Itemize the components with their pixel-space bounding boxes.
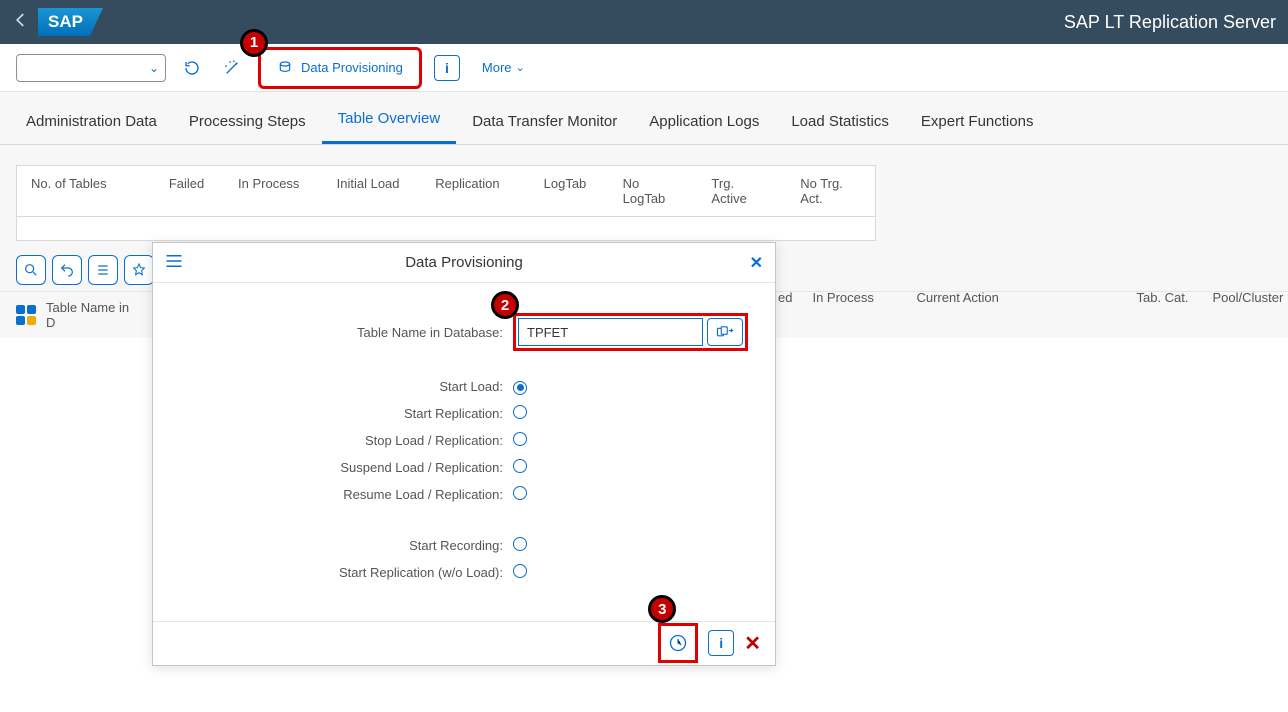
database-icon — [277, 60, 293, 76]
start-recording-radio[interactable] — [513, 537, 527, 551]
data-provisioning-dialog: Data Provisioning ✕ Table Name in Databa… — [152, 242, 776, 666]
col-current-action: Current Action — [916, 290, 1116, 305]
more-menu-button[interactable]: More ⌄ — [472, 54, 535, 81]
filter-button[interactable] — [218, 54, 246, 82]
tab-administration-data[interactable]: Administration Data — [10, 113, 173, 144]
suspend-load-replication-radio[interactable] — [513, 459, 527, 473]
grid-columns-right: ed In Process Current Action Tab. Cat. P… — [778, 290, 1283, 305]
col-logtab: LogTab — [530, 166, 609, 216]
dialog-title: Data Provisioning — [405, 254, 523, 271]
col-trg-active: Trg. Active — [697, 166, 786, 216]
start-load-label: Start Load: — [173, 379, 513, 394]
sap-logo-text: SAP — [38, 8, 103, 36]
refresh-icon — [183, 59, 201, 77]
resume-load-replication-radio[interactable] — [513, 486, 527, 500]
app-header: SAP SAP LT Replication Server — [0, 0, 1288, 44]
col-tab-cat: Tab. Cat. — [1136, 290, 1192, 305]
close-icon: ✕ — [744, 633, 761, 655]
list-icon — [95, 262, 111, 278]
col-pool-cluster: Pool/Cluster — [1212, 290, 1283, 305]
col-failed: Failed — [155, 166, 224, 216]
stats-panel: No. of Tables Failed In Process Initial … — [0, 145, 1288, 249]
start-load-radio[interactable] — [513, 381, 527, 395]
dialog-header: Data Provisioning ✕ — [153, 243, 775, 283]
table-name-label: Table Name in Database: — [173, 325, 513, 340]
refresh-button[interactable] — [178, 54, 206, 82]
start-replication-wo-load-radio[interactable] — [513, 564, 527, 578]
tab-load-statistics[interactable]: Load Statistics — [775, 113, 905, 144]
stop-load-replication-radio[interactable] — [513, 432, 527, 446]
dialog-body: Table Name in Database: 2 Start Load: — [153, 283, 775, 621]
start-recording-label: Start Recording: — [173, 538, 513, 553]
callout-badge-1: 1 — [240, 29, 268, 57]
star-icon — [131, 262, 147, 278]
info-icon: i — [445, 60, 449, 76]
back-button[interactable] — [12, 11, 30, 34]
multiple-selection-icon — [716, 325, 734, 339]
close-icon: ✕ — [750, 255, 763, 272]
dialog-menu-button[interactable] — [165, 254, 183, 271]
tab-table-overview[interactable]: Table Overview — [322, 110, 457, 144]
tab-expert-functions[interactable]: Expert Functions — [905, 113, 1050, 144]
col-in-process: In Process — [224, 166, 323, 216]
magnifier-icon — [23, 262, 39, 278]
col-no-logtab: No LogTab — [609, 166, 698, 216]
dialog-close-button[interactable]: ✕ — [750, 253, 763, 273]
table-name-input-group — [513, 313, 748, 351]
chevron-down-icon: ⌄ — [516, 61, 525, 74]
dialog-footer: 3 i ✕ — [153, 621, 775, 665]
main-toolbar: ⌄ Data Provisioning 1 i More ⌄ — [0, 44, 1288, 92]
app-title: SAP LT Replication Server — [1064, 12, 1276, 33]
layout-icon[interactable] — [16, 305, 36, 325]
variant-select[interactable]: ⌄ — [16, 54, 166, 82]
clock-icon — [668, 633, 688, 653]
undo-grid-button[interactable] — [52, 255, 82, 285]
callout-badge-2: 2 — [491, 291, 519, 319]
tab-application-logs[interactable]: Application Logs — [633, 113, 775, 144]
col-ed: ed — [778, 290, 792, 305]
stats-data-row — [16, 217, 876, 241]
info-button[interactable]: i — [434, 55, 460, 81]
wand-icon — [223, 59, 241, 77]
sap-logo: SAP — [38, 8, 103, 36]
start-replication-radio[interactable] — [513, 405, 527, 419]
multiple-selection-button[interactable] — [707, 318, 743, 346]
start-replication-label: Start Replication: — [173, 406, 513, 421]
execute-button[interactable] — [663, 628, 693, 658]
callout-box-3 — [658, 623, 698, 663]
data-provisioning-label: Data Provisioning — [301, 60, 403, 75]
col-table-name: Table Name in D — [46, 300, 146, 330]
main-tabs: Administration Data Processing Steps Tab… — [0, 92, 1288, 145]
stop-load-replication-label: Stop Load / Replication: — [173, 433, 513, 448]
dialog-cancel-button[interactable]: ✕ — [744, 631, 761, 656]
col-no-trg-act: No Trg. Act. — [786, 166, 875, 216]
search-grid-button[interactable] — [16, 255, 46, 285]
tab-data-transfer-monitor[interactable]: Data Transfer Monitor — [456, 113, 633, 144]
suspend-load-replication-label: Suspend Load / Replication: — [173, 460, 513, 475]
tab-processing-steps[interactable]: Processing Steps — [173, 113, 322, 144]
chevron-left-icon — [12, 11, 30, 29]
dialog-info-button[interactable]: i — [708, 630, 734, 656]
start-replication-wo-load-label: Start Replication (w/o Load): — [173, 565, 513, 580]
col-in-process-grid: In Process — [812, 290, 896, 305]
resume-load-replication-label: Resume Load / Replication: — [173, 487, 513, 502]
hamburger-icon — [165, 254, 183, 268]
col-initial-load: Initial Load — [323, 166, 422, 216]
list-grid-button[interactable] — [88, 255, 118, 285]
favorite-grid-button[interactable] — [124, 255, 154, 285]
chevron-down-icon: ⌄ — [149, 61, 159, 75]
col-replication: Replication — [421, 166, 529, 216]
more-label: More — [482, 60, 512, 75]
data-provisioning-button[interactable]: Data Provisioning — [258, 47, 422, 89]
col-no-of-tables: No. of Tables — [17, 166, 155, 216]
info-icon: i — [719, 635, 723, 651]
table-name-input[interactable] — [518, 318, 703, 346]
stats-header-row: No. of Tables Failed In Process Initial … — [16, 165, 876, 217]
undo-icon — [59, 262, 75, 278]
